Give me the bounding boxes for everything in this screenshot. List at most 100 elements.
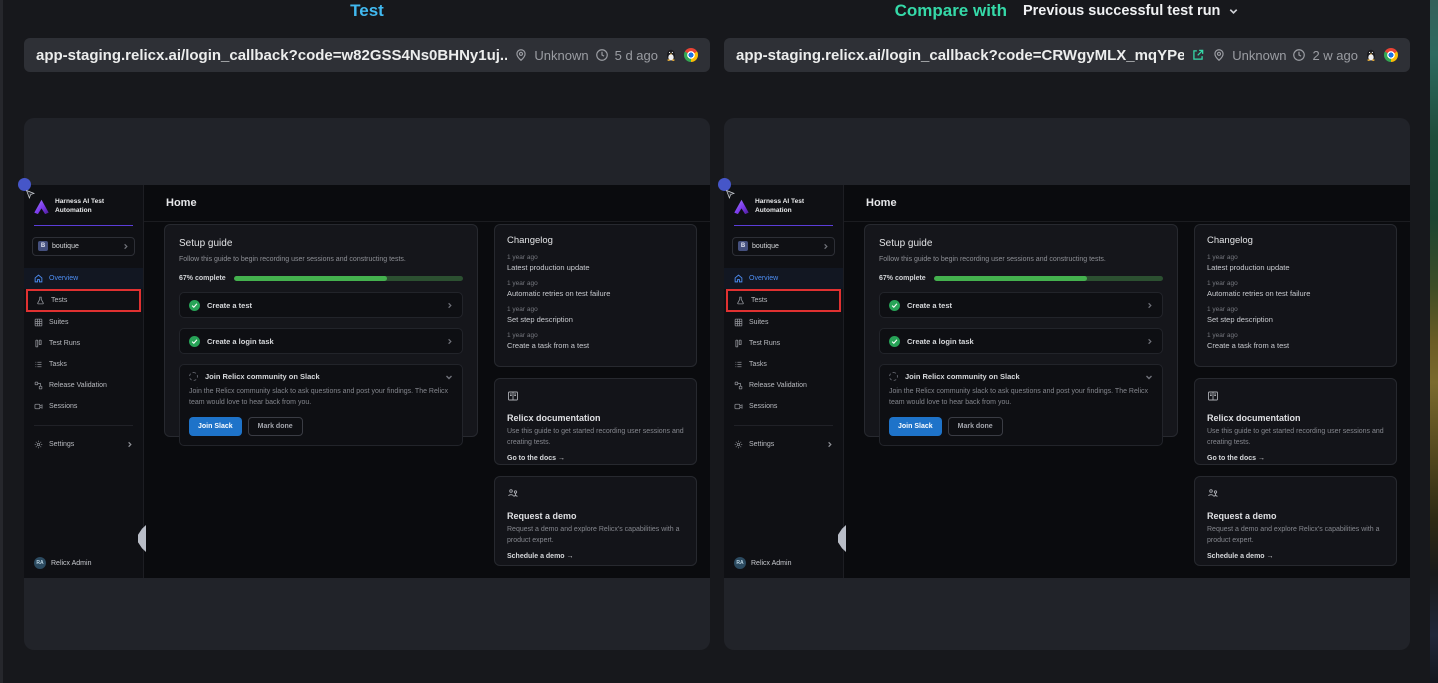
documentation-description: Use this guide to get started recording … <box>507 427 684 448</box>
go-to-docs-link[interactable]: Go to the docs → <box>507 455 684 462</box>
compare-screenshot-card: Harness AI TestAutomation B boutique Ove… <box>724 118 1410 650</box>
avatar: RA <box>734 557 746 569</box>
setup-guide-card: Setup guide Follow this guide to begin r… <box>864 224 1178 437</box>
sidebar-item-release-validation[interactable]: Release Validation <box>724 375 843 396</box>
request-demo-description: Request a demo and explore Relicx's capa… <box>1207 525 1384 546</box>
join-slack-button[interactable]: Join Slack <box>889 417 942 436</box>
test-url-bar[interactable]: app-staging.relicx.ai/login_callback?cod… <box>24 38 710 72</box>
compare-url: app-staging.relicx.ai/login_callback?cod… <box>736 47 1184 64</box>
setup-guide-title: Setup guide <box>879 238 1163 249</box>
test-time: 5 d ago <box>615 48 658 63</box>
sidebar-item-tests[interactable]: Tests <box>28 291 139 310</box>
sidebar-item-tests[interactable]: Tests <box>728 291 839 310</box>
release-validation-icon <box>34 381 43 390</box>
progress-label: 67% complete <box>879 275 926 282</box>
sidebar-item-settings[interactable]: Settings <box>24 434 143 455</box>
setup-guide-subtitle: Follow this guide to begin recording use… <box>179 256 463 263</box>
task-join-slack[interactable]: Join Relicx community on Slack <box>889 372 1153 381</box>
schedule-demo-link[interactable]: Schedule a demo → <box>1207 553 1384 560</box>
request-demo-card: Request a demo Request a demo and explor… <box>494 476 697 566</box>
changelog-entry: 1 year ago Set step description <box>1207 306 1384 324</box>
test-runs-icon <box>34 339 43 348</box>
changelog-entry: 1 year ago Latest production update <box>1207 254 1384 272</box>
linux-penguin-icon <box>664 48 678 62</box>
sidebar-item-settings[interactable]: Settings <box>724 434 843 455</box>
location-pin-icon <box>1212 48 1226 62</box>
setup-guide-subtitle: Follow this guide to begin recording use… <box>879 256 1163 263</box>
documentation-title: Relicx documentation <box>507 413 684 423</box>
sidebar-item-sessions[interactable]: Sessions <box>24 396 143 417</box>
mouse-cursor-icon <box>726 190 735 199</box>
test-location: Unknown <box>534 48 588 63</box>
harness-logo-icon <box>734 199 749 214</box>
task-create-a-test[interactable]: Create a test <box>179 292 463 318</box>
check-circle-icon <box>889 300 900 311</box>
go-to-docs-link[interactable]: Go to the docs → <box>1207 455 1384 462</box>
setup-guide-title: Setup guide <box>179 238 463 249</box>
sidebar-item-tasks[interactable]: Tasks <box>724 354 843 375</box>
mouse-cursor-icon <box>26 190 35 199</box>
progress-bar <box>234 276 463 281</box>
documentation-title: Relicx documentation <box>1207 413 1384 423</box>
compare-run-dropdown[interactable]: Previous successful test run <box>1023 3 1239 19</box>
user-account[interactable]: RA Relicx Admin <box>24 557 143 578</box>
sidebar-item-suites[interactable]: Suites <box>724 312 843 333</box>
changelog-entry: 1 year ago Set step description <box>507 306 684 324</box>
progress-label: 67% complete <box>179 275 226 282</box>
chevron-right-icon <box>446 302 453 309</box>
chevron-right-icon <box>126 441 133 448</box>
compare-url-bar[interactable]: app-staging.relicx.ai/login_callback?cod… <box>724 38 1410 72</box>
left-edge-strip <box>0 0 3 683</box>
brand-divider <box>34 225 133 226</box>
sidebar-item-overview[interactable]: Overview <box>724 268 843 289</box>
mark-done-button[interactable]: Mark done <box>948 417 1003 436</box>
grid-icon <box>734 318 743 327</box>
task-create-a-test[interactable]: Create a test <box>879 292 1163 318</box>
sidebar-nav: Overview Tests Suites Test Runs <box>724 268 843 417</box>
sidebar-item-release-validation[interactable]: Release Validation <box>24 375 143 396</box>
compare-location: Unknown <box>1232 48 1286 63</box>
external-link-icon[interactable] <box>1191 48 1205 62</box>
chevron-right-icon <box>826 441 833 448</box>
schedule-demo-link[interactable]: Schedule a demo → <box>507 553 684 560</box>
check-circle-icon <box>189 300 200 311</box>
slack-task-expanded: Join Relicx community on Slack Join the … <box>179 364 463 446</box>
task-create-a-login-task[interactable]: Create a login task <box>179 328 463 354</box>
incomplete-circle-icon <box>889 372 898 381</box>
clock-icon <box>595 48 609 62</box>
test-url: app-staging.relicx.ai/login_callback?cod… <box>36 47 507 64</box>
user-account[interactable]: RA Relicx Admin <box>724 557 843 578</box>
sidebar-item-test-runs[interactable]: Test Runs <box>724 333 843 354</box>
tests-highlight-box: Tests <box>26 289 141 312</box>
sidebar-item-sessions[interactable]: Sessions <box>724 396 843 417</box>
task-join-slack[interactable]: Join Relicx community on Slack <box>189 372 453 381</box>
changelog-title: Changelog <box>1207 235 1384 246</box>
page-title: Home <box>844 185 1410 222</box>
harness-logo-icon <box>34 199 49 214</box>
slack-task-description: Join the Relicx community slack to ask q… <box>889 387 1153 408</box>
sidebar-item-test-runs[interactable]: Test Runs <box>24 333 143 354</box>
video-session-icon <box>734 402 743 411</box>
app-main-content: Home Setup guide Follow this guide to be… <box>144 185 710 578</box>
book-icon <box>1207 390 1219 402</box>
setup-guide-card: Setup guide Follow this guide to begin r… <box>164 224 478 437</box>
check-circle-icon <box>889 336 900 347</box>
join-slack-button[interactable]: Join Slack <box>189 417 242 436</box>
slack-task-description: Join the Relicx community slack to ask q… <box>189 387 453 408</box>
task-create-a-login-task[interactable]: Create a login task <box>879 328 1163 354</box>
project-selector[interactable]: B boutique <box>732 237 835 256</box>
project-selector[interactable]: B boutique <box>32 237 135 256</box>
video-session-icon <box>34 402 43 411</box>
setup-progress-fill <box>934 276 1088 281</box>
sidebar-item-tasks[interactable]: Tasks <box>24 354 143 375</box>
changelog-entry: 1 year ago Automatic retries on test fai… <box>1207 280 1384 298</box>
mark-done-button[interactable]: Mark done <box>248 417 303 436</box>
app-brand: Harness AI TestAutomation <box>34 198 133 216</box>
linux-penguin-icon <box>1364 48 1378 62</box>
grid-icon <box>34 318 43 327</box>
sidebar-item-overview[interactable]: Overview <box>24 268 143 289</box>
chevron-right-icon <box>822 243 829 250</box>
sidebar-item-suites[interactable]: Suites <box>24 312 143 333</box>
changelog-entry: 1 year ago Create a task from a test <box>507 332 684 350</box>
chevron-right-icon <box>122 243 129 250</box>
